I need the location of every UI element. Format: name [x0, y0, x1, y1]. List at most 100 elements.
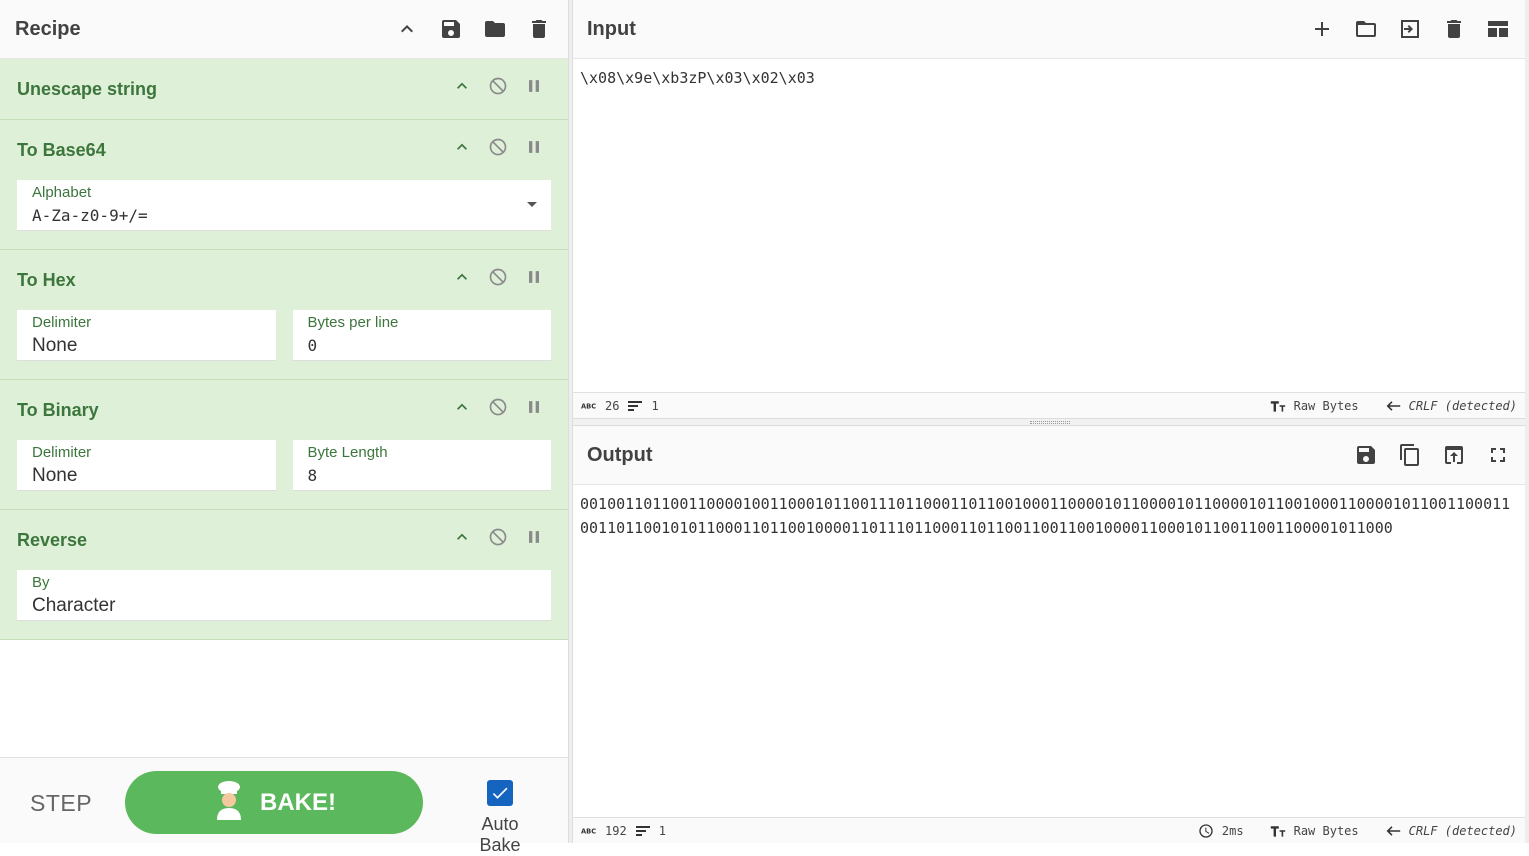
output-line-count: 1 — [635, 823, 666, 839]
arg-label: Byte Length — [307, 444, 388, 461]
operation-unescape-string[interactable]: Unescape string — [0, 59, 568, 120]
byte-length-field[interactable]: Byte Length 8 — [292, 440, 551, 491]
save-output-icon[interactable] — [1351, 440, 1381, 470]
input-line-count: 1 — [627, 398, 659, 414]
check-icon — [492, 787, 508, 799]
output-status-bar: ABC 192 1 2ms Raw Bytes CRLF (detected) — [573, 817, 1525, 843]
input-header: Input — [573, 0, 1525, 59]
svg-text:ABC: ABC — [581, 402, 596, 410]
delimiter-select[interactable]: Delimiter None — [17, 440, 276, 491]
operation-to-hex[interactable]: To Hex Delimiter None Bytes per line 0 — [0, 250, 568, 380]
input-char-count: ABC 26 — [581, 398, 619, 414]
disable-operation-icon[interactable] — [486, 395, 510, 419]
io-divider[interactable] — [573, 418, 1525, 426]
save-recipe-icon[interactable] — [436, 14, 466, 44]
maximise-icon[interactable] — [1483, 440, 1513, 470]
output-eol[interactable]: CRLF (detected) — [1385, 823, 1517, 839]
lines-icon — [635, 825, 650, 836]
reset-layout-icon[interactable] — [1483, 14, 1513, 44]
return-arrow-icon — [1386, 825, 1400, 836]
encoding-value: Raw Bytes — [1293, 823, 1359, 838]
recipe-title: Recipe — [15, 17, 81, 40]
recipe-header: Recipe — [0, 0, 568, 59]
arg-value: None — [32, 335, 78, 356]
input-textarea[interactable]: \x08\x9e\xb3zP\x03\x02\x03 — [573, 59, 1525, 97]
arg-value: None — [32, 465, 78, 486]
eol-value: CRLF (detected) — [1408, 823, 1517, 838]
operation-reverse[interactable]: Reverse By Character — [0, 510, 568, 640]
disable-operation-icon[interactable] — [486, 265, 510, 289]
operation-args: By Character — [17, 570, 551, 639]
load-recipe-icon[interactable] — [480, 14, 510, 44]
operation-args: Delimiter None Bytes per line 0 — [17, 310, 551, 379]
recipe-panel: Recipe Unescape string To Base64 Alphabe… — [0, 0, 568, 855]
input-header-icons — [1307, 14, 1513, 44]
collapse-operation-icon[interactable] — [450, 265, 474, 289]
svg-text:ABC: ABC — [581, 827, 596, 835]
chevron-down-icon[interactable] — [527, 202, 537, 207]
operation-to-base64[interactable]: To Base64 Alphabet A-Za-z0-9+/= — [0, 120, 568, 250]
input-status-bar: ABC 26 1 Raw Bytes CRLF (detected) — [573, 392, 1525, 418]
collapse-operation-icon[interactable] — [450, 395, 474, 419]
return-arrow-icon — [1386, 400, 1400, 411]
breakpoint-icon[interactable] — [522, 525, 546, 549]
collapse-all-icon[interactable] — [392, 14, 422, 44]
arg-value: Character — [32, 595, 116, 616]
arg-label: Bytes per line — [307, 314, 399, 331]
disable-operation-icon[interactable] — [486, 525, 510, 549]
disable-operation-icon[interactable] — [486, 135, 510, 159]
open-file-icon[interactable] — [1395, 14, 1425, 44]
arg-label: Delimiter — [32, 314, 92, 331]
alphabet-select[interactable]: Alphabet A-Za-z0-9+/= — [17, 180, 551, 231]
arg-label: By — [32, 574, 50, 591]
collapse-operation-icon[interactable] — [450, 74, 474, 98]
collapse-operation-icon[interactable] — [450, 135, 474, 159]
clear-input-icon[interactable] — [1439, 14, 1469, 44]
step-button[interactable]: STEP — [30, 790, 92, 817]
output-text[interactable]: 0010011011001100001001100010110011101100… — [573, 485, 1525, 547]
resize-grip[interactable] — [1030, 421, 1070, 424]
open-folder-icon[interactable] — [1351, 14, 1381, 44]
by-select[interactable]: By Character — [17, 570, 551, 621]
input-encoding[interactable]: Raw Bytes — [1270, 398, 1359, 414]
auto-bake-toggle[interactable]: Auto Bake — [460, 780, 540, 856]
bake-label: BAKE! — [260, 788, 336, 816]
arg-label: Delimiter — [32, 444, 92, 461]
bytes-per-line-field[interactable]: Bytes per line 0 — [292, 310, 551, 361]
bake-time: 2ms — [1198, 823, 1244, 839]
text-size-icon — [1270, 825, 1285, 837]
text-size-icon — [1270, 400, 1285, 412]
bake-button[interactable]: BAKE! — [125, 771, 423, 834]
replace-input-icon[interactable] — [1439, 440, 1469, 470]
collapse-operation-icon[interactable] — [450, 525, 474, 549]
delimiter-select[interactable]: Delimiter None — [17, 310, 276, 361]
operation-to-binary[interactable]: To Binary Delimiter None Byte Length 8 — [0, 380, 568, 510]
breakpoint-icon[interactable] — [522, 74, 546, 98]
char-count-value: 192 — [605, 823, 627, 838]
arg-value: 0 — [307, 336, 318, 355]
output-char-count: ABC 192 — [581, 823, 627, 839]
operation-args: Alphabet A-Za-z0-9+/= — [17, 180, 551, 249]
operation-controls — [450, 525, 546, 549]
disable-operation-icon[interactable] — [486, 74, 510, 98]
clear-recipe-icon[interactable] — [524, 14, 554, 44]
breakpoint-icon[interactable] — [522, 135, 546, 159]
input-panel: Input \x08\x9e\xb3zP\x03\x02\x03 ABC 26 … — [573, 0, 1525, 418]
auto-bake-checkbox[interactable] — [487, 780, 513, 806]
chef-icon — [212, 780, 246, 825]
breakpoint-icon[interactable] — [522, 395, 546, 419]
auto-bake-label: Auto Bake — [479, 814, 521, 855]
operation-args: Delimiter None Byte Length 8 — [17, 440, 551, 509]
output-encoding[interactable]: Raw Bytes — [1270, 823, 1359, 839]
copy-output-icon[interactable] — [1395, 440, 1425, 470]
recipe-footer: STEP BAKE! Auto Bake — [0, 757, 568, 855]
output-title: Output — [587, 443, 653, 466]
line-count-value: 1 — [651, 398, 659, 413]
output-header-icons — [1351, 440, 1513, 470]
recipe-operations: Unescape string To Base64 Alphabet A-Za-… — [0, 59, 568, 640]
window-edge — [1525, 0, 1529, 843]
breakpoint-icon[interactable] — [522, 265, 546, 289]
add-tab-icon[interactable] — [1307, 14, 1337, 44]
arg-label: Alphabet — [32, 184, 92, 201]
input-eol[interactable]: CRLF (detected) — [1385, 398, 1517, 414]
